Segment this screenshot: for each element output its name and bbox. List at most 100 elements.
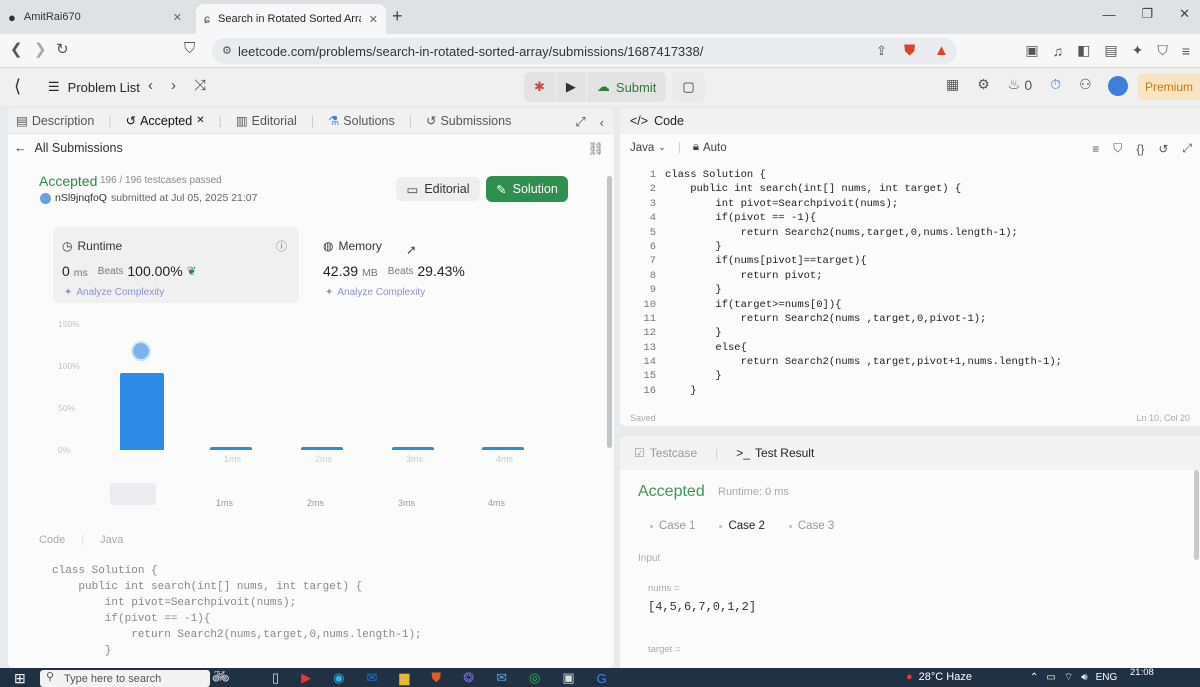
taskbar-search-input[interactable]: Type here to search	[40, 670, 210, 687]
scrollbar[interactable]	[1194, 470, 1199, 560]
site-info-icon[interactable]: ⚙	[222, 44, 232, 57]
braces-icon[interactable]: {}	[1136, 142, 1144, 156]
all-submissions-link[interactable]: ← All Submissions	[14, 141, 123, 155]
analyze-complexity-link[interactable]: ✦ Analyze Complexity	[325, 287, 425, 298]
case-tab-3[interactable]: Case 3	[788, 520, 834, 532]
reset-icon[interactable]: ↺	[1158, 142, 1168, 156]
battery-icon[interactable]: ▭	[1046, 672, 1055, 683]
run-button[interactable]: ▶	[555, 72, 586, 102]
back-icon[interactable]: ❮	[10, 40, 23, 58]
case-tab-1[interactable]: Case 1	[650, 520, 695, 532]
language-select[interactable]: Java ⌄	[630, 142, 666, 154]
code-tab-title[interactable]: Code	[654, 114, 684, 128]
list-icon: ☰	[48, 79, 60, 94]
chart-bar[interactable]	[120, 372, 164, 450]
youtube-icon[interactable]: ▶	[301, 670, 311, 686]
auto-mode-toggle[interactable]: 🔒︎ Auto	[693, 141, 727, 154]
problem-list-button[interactable]: ☰ Problem List	[48, 79, 140, 95]
outlook-icon[interactable]: ✉	[367, 670, 378, 686]
leetcode-logo-icon[interactable]: ⟨	[14, 76, 21, 97]
browser-tab-leetcode[interactable]: ɕ Search in Rotated Sorted Array - ✕	[196, 4, 386, 34]
chart-bar[interactable]	[392, 447, 434, 450]
tab-description[interactable]: ▤ Description	[16, 113, 94, 129]
next-problem-icon[interactable]: ›	[171, 77, 176, 94]
premium-button[interactable]: Premium	[1138, 74, 1200, 100]
close-icon[interactable]: ✕	[173, 11, 182, 24]
menu-icon[interactable]: ≡	[1182, 43, 1190, 59]
code-editor[interactable]: class Solution { public int search(int[]…	[665, 168, 1062, 398]
url-bar[interactable]: leetcode.com/problems/search-in-rotated-…	[212, 38, 957, 64]
notes-button[interactable]: ▢	[672, 72, 705, 102]
store-icon[interactable]: ▣	[562, 670, 574, 686]
layout-icon[interactable]: ▦	[946, 76, 959, 93]
editorial-button[interactable]: ▭ Editorial	[396, 177, 480, 201]
google-icon[interactable]: G	[597, 671, 607, 686]
fullscreen-icon[interactable]: ⤢	[1182, 141, 1192, 156]
maximize-icon[interactable]: ❐	[1141, 6, 1153, 22]
close-window-icon[interactable]: ✕	[1179, 6, 1190, 22]
streak-counter[interactable]: ♨ 0	[1008, 76, 1032, 93]
weather-widget[interactable]: ● 28°C Haze	[906, 671, 972, 683]
sidebar-icon[interactable]: ◧	[1077, 42, 1090, 59]
chrome-icon[interactable]: ◎	[529, 670, 540, 686]
add-friend-icon[interactable]: ⚇	[1079, 76, 1092, 93]
submit-button[interactable]: ☁ Submit	[586, 72, 667, 102]
settings-gear-icon[interactable]: ⚙	[977, 76, 990, 93]
debug-button[interactable]: ✱	[524, 72, 555, 102]
submission-status: Accepted	[39, 173, 98, 189]
brave-icon[interactable]: ⛊	[431, 670, 441, 686]
collapse-icon[interactable]: ‹	[600, 115, 604, 130]
prev-problem-icon[interactable]: ‹	[148, 77, 153, 94]
minimize-icon[interactable]: —	[1102, 7, 1115, 22]
share-icon[interactable]: ⇪	[876, 43, 887, 59]
network-icon[interactable]: ⌔	[1064, 671, 1073, 684]
file-explorer-icon[interactable]: ▆	[399, 670, 409, 686]
reader-icon[interactable]: ▣	[1025, 42, 1038, 59]
format-icon[interactable]: ≡	[1092, 142, 1099, 156]
tab-test-result[interactable]: >_ Test Result	[736, 446, 814, 460]
case-tab-2[interactable]: Case 2	[719, 520, 765, 532]
copilot-icon[interactable]: ❂	[463, 670, 474, 686]
share-link-icon[interactable]: ⛓	[587, 141, 604, 157]
music-icon[interactable]: ♫	[1053, 43, 1064, 59]
timer-icon[interactable]: ⏱	[1050, 76, 1061, 93]
solution-button[interactable]: ✎ Solution	[486, 176, 568, 202]
windows-start-icon[interactable]: ⊞	[14, 670, 26, 687]
mail-icon[interactable]: ✉	[496, 670, 507, 686]
vpn-icon[interactable]: ⛉	[1157, 42, 1168, 59]
reload-icon[interactable]: ↻	[56, 40, 69, 58]
close-icon[interactable]: ✕	[196, 115, 204, 126]
chart-bar[interactable]	[301, 447, 343, 450]
tab-submissions[interactable]: ↺ Submissions	[426, 113, 511, 129]
language-indicator[interactable]: ENG	[1096, 672, 1118, 683]
shuffle-icon[interactable]: ⤨	[194, 77, 206, 94]
user-avatar[interactable]	[1108, 76, 1128, 96]
brave-rewards-icon[interactable]: ▲	[934, 42, 949, 59]
close-icon[interactable]: ✕	[369, 13, 378, 26]
bookmark-icon[interactable]: ⛉	[184, 40, 195, 57]
chart-bar[interactable]	[210, 447, 252, 450]
username[interactable]: nSl9jnqfoQ	[55, 192, 107, 204]
scrollbar[interactable]	[607, 176, 612, 448]
taskbar-clock[interactable]: 21:08	[1130, 668, 1154, 678]
volume-icon[interactable]: 🔊︎	[1081, 672, 1087, 683]
chevron-up-icon[interactable]: ⌃	[1030, 672, 1038, 683]
expand-icon[interactable]: ⤢	[575, 114, 585, 130]
leo-icon[interactable]: ✦	[1132, 42, 1144, 59]
brave-shield-icon[interactable]: ⛊	[904, 42, 915, 59]
tab-testcase[interactable]: ☑ Testcase	[634, 446, 697, 460]
info-icon[interactable]: ⓘ	[276, 238, 287, 254]
wallet-icon[interactable]: ▤	[1104, 42, 1117, 59]
chart-bar[interactable]	[482, 447, 524, 450]
chart-range-selector[interactable]	[110, 483, 156, 505]
analyze-complexity-link[interactable]: ✦ Analyze Complexity	[64, 287, 164, 298]
tab-editorial[interactable]: ▥ Editorial	[236, 113, 297, 129]
forward-icon[interactable]: ❯	[34, 40, 47, 58]
tab-accepted[interactable]: ↺ Accepted ✕	[126, 113, 205, 129]
tab-solutions[interactable]: ⚗ Solutions	[328, 113, 395, 129]
bookmark-icon[interactable]: ⛉	[1113, 141, 1122, 156]
browser-tab-github[interactable]: ● AmitRai670 ✕	[0, 0, 190, 34]
new-tab-button[interactable]: +	[392, 6, 403, 27]
edge-icon[interactable]: ◉	[333, 670, 344, 686]
task-view-icon[interactable]: ▯	[272, 670, 279, 686]
